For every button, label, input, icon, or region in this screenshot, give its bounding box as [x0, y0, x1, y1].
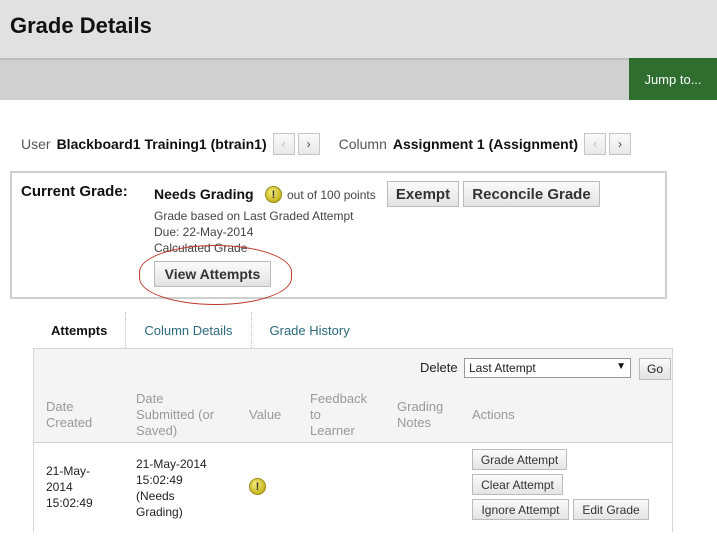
col-header-date-created: Date Created	[46, 399, 93, 430]
col-header-actions: Actions	[472, 407, 515, 422]
column-value: Assignment 1 (Assignment)	[392, 136, 579, 152]
cell-date-submitted: 21-May-2014 15:02:49 (Needs Grading)	[136, 457, 207, 519]
chevron-right-icon: ›	[306, 137, 311, 151]
table-row: 21-May- 2014 15:02:49 21-May-2014 15:02:…	[34, 443, 672, 532]
needs-grading-icon: !	[249, 478, 266, 495]
clear-attempt-button[interactable]: Clear Attempt	[472, 474, 563, 495]
due-date-text: Due: 22-May-2014	[154, 225, 254, 239]
dropdown-arrow-icon: ▼	[616, 361, 626, 372]
exempt-button[interactable]: Exempt	[387, 181, 459, 207]
go-button[interactable]: Go	[639, 358, 671, 380]
delete-select-value: Last Attempt	[469, 361, 536, 375]
current-grade-value: Needs Grading	[154, 186, 254, 202]
grade-attempt-button[interactable]: Grade Attempt	[472, 449, 567, 470]
tab-attempts[interactable]: Attempts	[33, 312, 127, 348]
col-header-feedback: Feedback to Learner	[310, 391, 368, 438]
calculated-grade-text: Calculated Grade	[154, 241, 248, 255]
previous-column-button[interactable]: ‹	[584, 133, 607, 155]
current-grade-box: Current Grade: Needs Grading ! out of 10…	[10, 171, 667, 305]
tab-grade-history[interactable]: Grade History	[252, 312, 368, 348]
cell-date-created: 21-May- 2014 15:02:49	[46, 464, 93, 510]
grade-basis-text: Grade based on Last Graded Attempt	[154, 209, 354, 223]
col-header-grading-notes: Grading Notes	[397, 399, 444, 430]
col-header-date-submitted: Date Submitted (or Saved)	[136, 391, 215, 438]
ignore-attempt-button[interactable]: Ignore Attempt	[472, 499, 569, 520]
edit-grade-button[interactable]: Edit Grade	[573, 499, 649, 520]
next-column-button[interactable]: ›	[609, 133, 632, 155]
chevron-left-icon: ‹	[281, 137, 286, 151]
current-grade-label: Current Grade:	[21, 183, 128, 200]
title-bar: Grade Details	[0, 0, 717, 58]
previous-user-button[interactable]: ‹	[272, 133, 295, 155]
reconcile-grade-button[interactable]: Reconcile Grade	[463, 181, 600, 207]
jump-to-button[interactable]: Jump to...	[629, 58, 717, 100]
delete-attempt-select[interactable]: Last Attempt ▼	[464, 358, 631, 378]
user-column-nav: User Blackboard1 Training1 (btrain1) ‹ ›…	[21, 132, 717, 156]
chevron-right-icon: ›	[618, 137, 623, 151]
sub-header-bar	[0, 58, 717, 100]
attempts-panel: Delete Last Attempt ▼ Go Date Created Da…	[33, 348, 673, 532]
view-attempts-button[interactable]: View Attempts	[154, 261, 271, 287]
needs-grading-icon: !	[265, 186, 282, 203]
tab-column-details[interactable]: Column Details	[126, 312, 252, 348]
col-header-value: Value	[249, 407, 282, 422]
column-label: Column	[338, 136, 387, 152]
points-possible: out of 100 points	[287, 188, 376, 202]
delete-label: Delete	[420, 360, 458, 375]
page-title: Grade Details	[10, 13, 152, 38]
user-label: User	[21, 136, 51, 152]
user-value: Blackboard1 Training1 (btrain1)	[56, 136, 267, 152]
chevron-left-icon: ‹	[593, 137, 598, 151]
tab-bar: Attempts Column Details Grade History	[33, 312, 368, 348]
next-user-button[interactable]: ›	[297, 133, 320, 155]
